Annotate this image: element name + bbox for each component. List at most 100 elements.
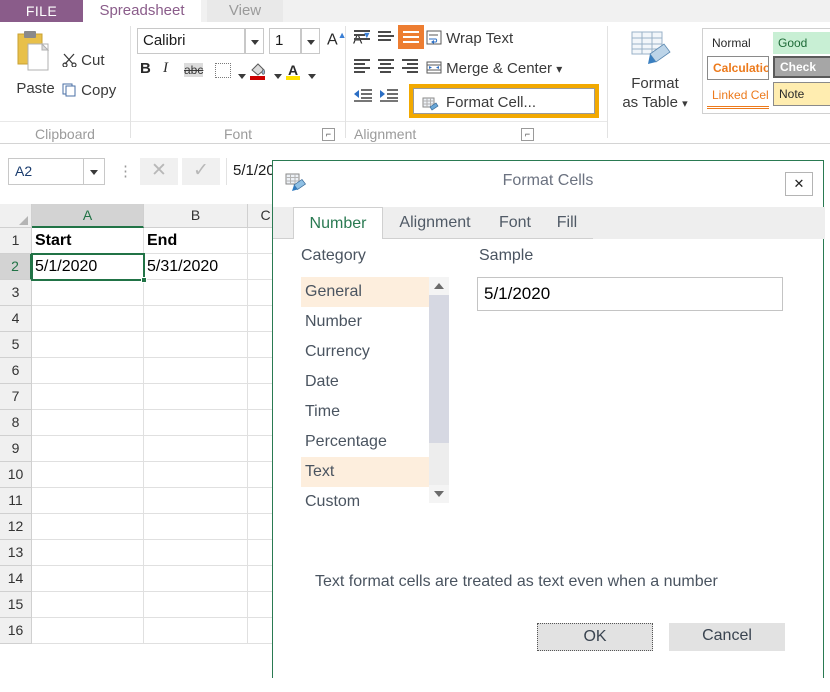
row-header-1[interactable]: 1 [0,228,32,254]
cell-b1[interactable]: End [144,228,248,254]
column-header-b[interactable]: B [144,204,248,228]
font-size-dropdown-icon[interactable] [301,28,320,54]
dialog-titlebar[interactable]: Format Cells ✕ [273,161,823,207]
tab-alignment[interactable]: Alignment [385,207,485,239]
cancel-button[interactable]: Cancel [669,623,785,651]
cell-a6[interactable] [32,358,144,384]
category-item-general[interactable]: General [301,277,429,307]
align-bottom-icon[interactable] [398,25,424,49]
font-family-input[interactable]: Calibri [137,28,245,54]
cell-a5[interactable] [32,332,144,358]
align-right-icon[interactable] [400,58,420,76]
select-all-corner[interactable] [0,204,32,228]
style-check[interactable]: Check [773,56,830,78]
scrollbar-thumb[interactable] [429,295,449,443]
row-header-5[interactable]: 5 [0,332,32,358]
tab-file[interactable]: FILE [0,0,83,22]
category-item-percentage[interactable]: Percentage [301,427,429,457]
cell-b6[interactable] [144,358,248,384]
tab-view[interactable]: View [207,0,283,22]
cell-a9[interactable] [32,436,144,462]
alignment-dialog-launcher[interactable]: ⌐ [521,128,534,141]
italic-button[interactable]: I [163,60,168,77]
cell-b10[interactable] [144,462,248,488]
wrap-text-button[interactable]: Wrap Text [426,30,513,47]
cell-a4[interactable] [32,306,144,332]
cell-a3[interactable] [32,280,144,306]
font-color-icon[interactable]: A [285,61,301,86]
tab-spreadsheet[interactable]: Spreadsheet [83,0,201,22]
category-scrollbar[interactable] [429,277,449,503]
scroll-down-icon[interactable] [429,485,449,503]
align-top-icon[interactable] [352,28,372,46]
style-calculation[interactable]: Calculation [707,56,769,80]
cell-b8[interactable] [144,410,248,436]
style-linked-cell[interactable]: Linked Cell [707,84,769,109]
borders-dropdown-icon[interactable] [233,63,246,79]
tab-fill[interactable]: Fill [545,207,589,239]
borders-icon[interactable] [215,63,231,78]
decrease-indent-icon[interactable] [352,88,374,109]
row-header-6[interactable]: 6 [0,358,32,384]
style-good[interactable]: Good [773,32,830,54]
category-item-time[interactable]: Time [301,397,429,427]
ok-button[interactable]: OK [537,623,653,651]
name-box-dropdown-icon[interactable] [84,158,105,185]
name-box[interactable]: A2 [8,158,84,185]
cell-a14[interactable] [32,566,144,592]
row-header-10[interactable]: 10 [0,462,32,488]
formula-bar-menu-icon[interactable]: ⋮ [118,162,133,180]
cell-b14[interactable] [144,566,248,592]
cell-b4[interactable] [144,306,248,332]
category-item-text[interactable]: Text [301,457,429,487]
style-note[interactable]: Note [773,82,830,106]
cell-b2[interactable]: 5/31/2020 [144,254,248,280]
row-header-2[interactable]: 2 [0,254,32,280]
confirm-formula-icon[interactable]: ✓ [182,158,220,185]
cell-a13[interactable] [32,540,144,566]
cell-b9[interactable] [144,436,248,462]
cell-b11[interactable] [144,488,248,514]
category-item-date[interactable]: Date [301,367,429,397]
tab-number[interactable]: Number [293,207,383,240]
increase-indent-icon[interactable] [378,88,400,109]
cell-b13[interactable] [144,540,248,566]
align-middle-icon[interactable] [376,28,396,46]
row-header-3[interactable]: 3 [0,280,32,306]
bold-button[interactable]: B [140,60,151,77]
row-header-4[interactable]: 4 [0,306,32,332]
merge-center-dropdown-icon[interactable]: ▾ [556,62,562,76]
cell-a11[interactable] [32,488,144,514]
cell-b16[interactable] [144,618,248,644]
fill-color-dropdown-icon[interactable] [269,63,282,79]
cell-a7[interactable] [32,384,144,410]
font-size-input[interactable]: 1 [269,28,301,54]
paste-label[interactable]: Paste [8,80,63,97]
row-header-16[interactable]: 16 [0,618,32,644]
font-family-dropdown-icon[interactable] [245,28,264,54]
category-item-number[interactable]: Number [301,307,429,337]
category-listbox[interactable]: General Number Currency Date Time Percen… [301,277,449,510]
cell-b15[interactable] [144,592,248,618]
category-item-currency[interactable]: Currency [301,337,429,367]
cell-a12[interactable] [32,514,144,540]
format-as-table-icon[interactable] [630,30,674,75]
style-normal[interactable]: Normal [707,32,769,54]
row-header-8[interactable]: 8 [0,410,32,436]
row-header-7[interactable]: 7 [0,384,32,410]
paste-icon[interactable] [16,30,52,74]
close-icon[interactable]: ✕ [785,172,813,196]
cell-b7[interactable] [144,384,248,410]
fill-color-icon[interactable] [249,61,267,86]
cell-a16[interactable] [32,618,144,644]
format-as-table-label[interactable]: Format as Table ▾ [620,74,690,114]
tab-font[interactable]: Font [487,207,543,239]
cell-a10[interactable] [32,462,144,488]
cell-a15[interactable] [32,592,144,618]
format-as-table-dropdown-icon[interactable]: ▾ [682,98,688,110]
grow-font-icon[interactable]: A▲ [327,30,347,49]
row-header-9[interactable]: 9 [0,436,32,462]
row-header-15[interactable]: 15 [0,592,32,618]
align-center-icon[interactable] [376,58,396,76]
row-header-11[interactable]: 11 [0,488,32,514]
